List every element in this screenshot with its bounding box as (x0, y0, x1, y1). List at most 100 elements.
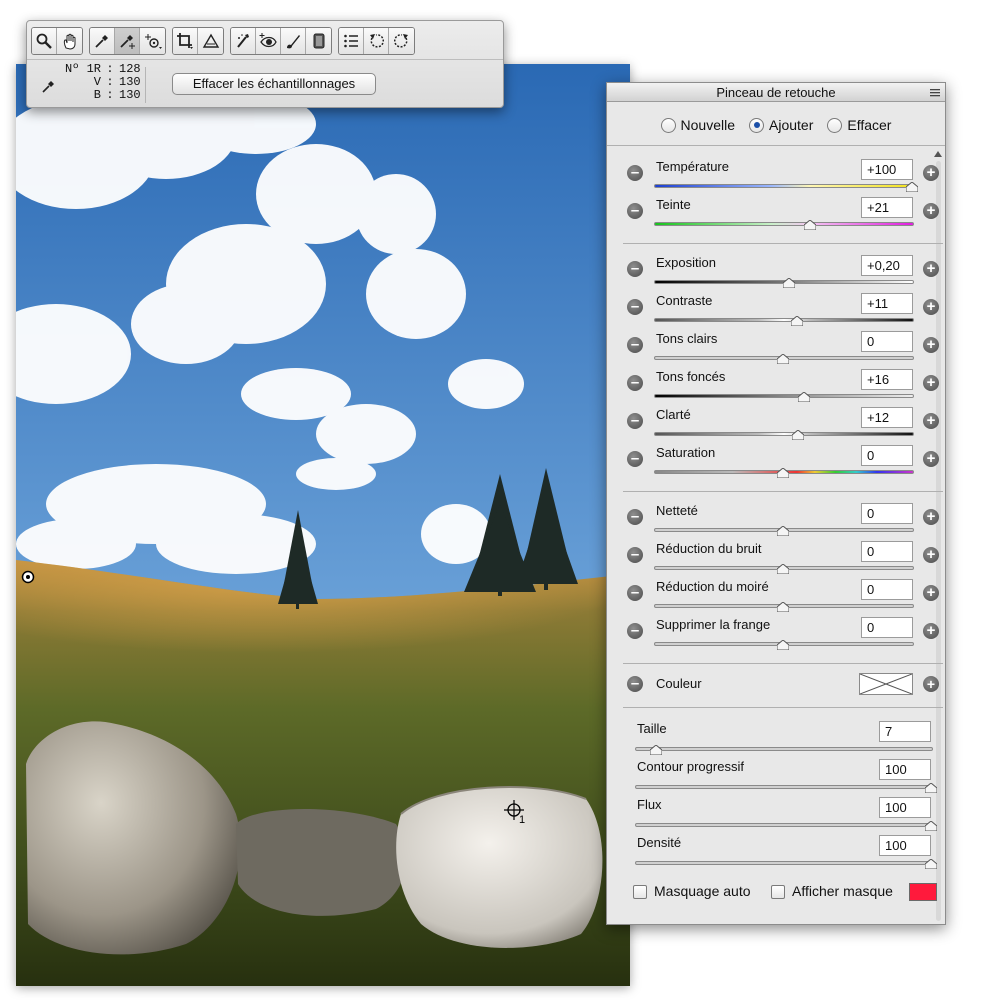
saturation-minus-button[interactable]: – (627, 451, 643, 467)
white-balance-tool-button[interactable] (90, 28, 115, 54)
nettete-plus-button[interactable]: + (923, 509, 939, 525)
tons-fonces-slider-thumb[interactable] (797, 392, 810, 402)
clarte-slider-thumb[interactable] (792, 430, 805, 440)
tons-clairs-slider-thumb[interactable] (777, 354, 789, 364)
teinte-slider-track[interactable] (654, 222, 914, 226)
auto-mask-checkbox[interactable] (633, 885, 647, 899)
color-sampler-marker-icon[interactable] (504, 800, 530, 826)
reduction-du-bruit-value-field[interactable]: 0 (861, 541, 913, 562)
taille-value-field[interactable]: 7 (879, 721, 931, 742)
taille-slider-thumb[interactable] (649, 745, 662, 755)
nettete-minus-button[interactable]: – (627, 509, 643, 525)
flux-slider-thumb[interactable] (925, 821, 937, 831)
supprimer-la-frange-value-field[interactable]: 0 (861, 617, 913, 638)
tons-fonces-value-field[interactable]: +16 (861, 369, 913, 390)
temperature-plus-button[interactable]: + (923, 165, 939, 181)
nettete-value-field[interactable]: 0 (861, 503, 913, 524)
mode-add-option[interactable]: Ajouter (749, 117, 813, 133)
panel-title: Pinceau de retouche (716, 85, 836, 100)
saturation-value-field[interactable]: 0 (861, 445, 913, 466)
contraste-minus-button[interactable]: – (627, 299, 643, 315)
scroll-up-arrow-icon[interactable] (934, 151, 942, 157)
rotate-left-button[interactable] (364, 28, 389, 54)
teinte-slider-thumb[interactable] (804, 220, 817, 230)
mode-erase-radio[interactable] (827, 117, 843, 133)
temperature-minus-button[interactable]: – (627, 165, 643, 181)
red-eye-tool-button[interactable] (256, 28, 281, 54)
rotate-right-button[interactable] (389, 28, 414, 54)
mode-new-option[interactable]: Nouvelle (660, 117, 735, 133)
clear-samplers-button[interactable]: Effacer les échantillonnages (172, 73, 376, 95)
adjustment-brush-tool-button[interactable] (281, 28, 306, 54)
exposition-minus-button[interactable]: – (627, 261, 643, 277)
exposition-plus-button[interactable]: + (923, 261, 939, 277)
temperature-value-field[interactable]: +100 (861, 159, 913, 180)
temperature-slider-track[interactable] (654, 184, 914, 188)
nettete-slider-thumb[interactable] (777, 526, 789, 536)
exposition-value-field[interactable]: +0,20 (861, 255, 913, 276)
mode-add-radio[interactable] (749, 117, 764, 133)
contour-progressif-value-field[interactable]: 100 (879, 759, 931, 780)
spot-removal-tool-button[interactable] (231, 28, 256, 54)
contour-progressif-slider-track[interactable] (635, 785, 933, 789)
color-sampler-tool-button[interactable] (115, 28, 140, 54)
reduction-du-bruit-slider-thumb[interactable] (777, 564, 789, 574)
color-swatch[interactable] (859, 673, 913, 695)
teinte-plus-button[interactable]: + (923, 203, 939, 219)
contraste-value-field[interactable]: +11 (861, 293, 913, 314)
reduction-du-moire-slider-thumb[interactable] (777, 602, 789, 612)
color-minus-button[interactable]: – (627, 676, 643, 692)
graduated-filter-tool-button[interactable] (306, 28, 331, 54)
reduction-du-moire-value-field[interactable]: 0 (861, 579, 913, 600)
targeted-adjustment-tool-button[interactable] (140, 28, 165, 54)
pin-marker-icon[interactable] (21, 570, 35, 584)
contraste-slider-thumb[interactable] (791, 316, 804, 326)
photo-canvas[interactable]: 1 (16, 64, 630, 986)
slider-row-clarte: – Clarté +12 + (623, 407, 943, 443)
contraste-slider-track[interactable] (654, 318, 914, 322)
panel-menu-icon[interactable] (929, 86, 941, 98)
reduction-du-bruit-minus-button[interactable]: – (627, 547, 643, 563)
saturation-slider-thumb[interactable] (777, 468, 789, 478)
crop-tool-button[interactable] (173, 28, 198, 54)
zoom-tool-button[interactable] (32, 28, 57, 54)
reduction-du-moire-minus-button[interactable]: – (627, 585, 643, 601)
contour-progressif-slider-thumb[interactable] (925, 783, 937, 793)
tons-fonces-slider-track[interactable] (654, 394, 914, 398)
teinte-minus-button[interactable]: – (627, 203, 643, 219)
densite-slider-thumb[interactable] (925, 859, 937, 869)
tons-clairs-minus-button[interactable]: – (627, 337, 643, 353)
exposition-slider-thumb[interactable] (783, 278, 796, 288)
flux-slider-track[interactable] (635, 823, 933, 827)
tons-clairs-plus-button[interactable]: + (923, 337, 939, 353)
clarte-slider-track[interactable] (654, 432, 914, 436)
densite-value-field[interactable]: 100 (879, 835, 931, 856)
saturation-plus-button[interactable]: + (923, 451, 939, 467)
clarte-minus-button[interactable]: – (627, 413, 643, 429)
temperature-slider-thumb[interactable] (906, 182, 918, 192)
show-mask-checkbox[interactable] (771, 885, 785, 899)
reduction-du-moire-plus-button[interactable]: + (923, 585, 939, 601)
mode-erase-option[interactable]: Effacer (827, 117, 891, 133)
clarte-plus-button[interactable]: + (923, 413, 939, 429)
reduction-du-moire-label: Réduction du moiré (656, 579, 769, 594)
densite-slider-track[interactable] (635, 861, 933, 865)
tons-fonces-plus-button[interactable]: + (923, 375, 939, 391)
clarte-value-field[interactable]: +12 (861, 407, 913, 428)
mode-new-radio[interactable] (660, 117, 676, 133)
color-plus-button[interactable]: + (923, 676, 939, 692)
supprimer-la-frange-minus-button[interactable]: – (627, 623, 643, 639)
taille-slider-track[interactable] (635, 747, 933, 751)
mask-overlay-color-swatch[interactable] (909, 883, 937, 901)
tons-clairs-value-field[interactable]: 0 (861, 331, 913, 352)
supprimer-la-frange-plus-button[interactable]: + (923, 623, 939, 639)
hand-tool-button[interactable] (57, 28, 82, 54)
contraste-plus-button[interactable]: + (923, 299, 939, 315)
tons-fonces-minus-button[interactable]: – (627, 375, 643, 391)
supprimer-la-frange-slider-thumb[interactable] (777, 640, 789, 650)
teinte-value-field[interactable]: +21 (861, 197, 913, 218)
flux-value-field[interactable]: 100 (879, 797, 931, 818)
reduction-du-bruit-plus-button[interactable]: + (923, 547, 939, 563)
preferences-button[interactable] (339, 28, 364, 54)
straighten-tool-button[interactable] (198, 28, 223, 54)
